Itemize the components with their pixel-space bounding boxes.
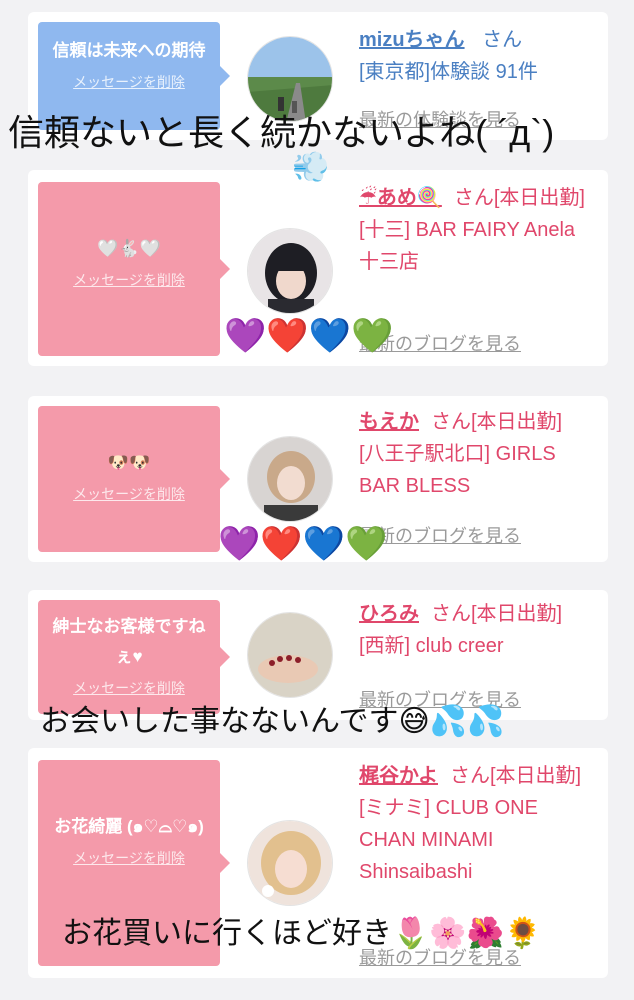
message-text: 🤍🐇🤍 bbox=[97, 239, 161, 259]
area-info: [東京都]体験談 91件 bbox=[359, 61, 538, 83]
user-name-link[interactable]: mizuちゃん bbox=[359, 29, 465, 51]
shop-info: [十三] BAR FAIRY Anela 十三店 bbox=[359, 219, 576, 273]
avatar[interactable] bbox=[247, 228, 333, 314]
message-text: お花綺麗 (๑♡⌓♡๑) bbox=[54, 817, 204, 836]
avatar[interactable] bbox=[247, 436, 333, 522]
delete-message-link[interactable]: メッセージを削除 bbox=[46, 72, 212, 92]
message-text: 信頼は未来への期待 bbox=[52, 41, 206, 60]
user-info: もえか さん[本日出勤] [八王子駅北口] GIRLS BAR BLESS bbox=[359, 406, 597, 502]
hearts-sticker: 💜❤️💙💚 bbox=[224, 316, 394, 356]
overlay-caption-1: 信頼ないと長く続かないよね( ´д`) bbox=[8, 112, 555, 153]
shop-info: [ミナミ] CLUB ONE CHAN MINAMI Shinsaibashi bbox=[359, 797, 538, 883]
user-name-link[interactable]: 梶谷かよ bbox=[359, 765, 438, 787]
delete-message-link[interactable]: メッセージを削除 bbox=[46, 848, 212, 868]
user-info: mizuちゃん さん [東京都]体験談 91件 bbox=[359, 24, 597, 88]
delete-message-link[interactable]: メッセージを削除 bbox=[46, 270, 212, 290]
shop-info: [西新] club creer bbox=[359, 635, 504, 657]
message-bubble: 🐶🐶 メッセージを削除 bbox=[38, 406, 230, 552]
user-name-link[interactable]: ☔あめ🍭 bbox=[359, 187, 442, 209]
user-info: ☔あめ🍭 さん[本日出勤] [十三] BAR FAIRY Anela 十三店 bbox=[359, 182, 597, 278]
name-suffix: さん[本日出勤] bbox=[453, 187, 585, 209]
message-text: 紳士なお客様ですねぇ♥ bbox=[52, 617, 206, 666]
delete-message-link[interactable]: メッセージを削除 bbox=[46, 484, 212, 504]
user-info: 梶谷かよ さん[本日出勤] [ミナミ] CLUB ONE CHAN MINAMI … bbox=[359, 760, 597, 888]
dash-emoji: 💨 bbox=[292, 150, 330, 185]
avatar[interactable] bbox=[247, 612, 333, 698]
user-info: ひろみ さん[本日出勤] [西新] club creer bbox=[359, 598, 597, 662]
name-suffix: さん[本日出勤] bbox=[450, 765, 582, 787]
hearts-sticker: 💜❤️💙💚 bbox=[218, 524, 388, 564]
name-suffix: さん[本日出勤] bbox=[431, 411, 563, 433]
avatar[interactable] bbox=[247, 820, 333, 906]
user-name-link[interactable]: もえか bbox=[359, 411, 419, 433]
delete-message-link[interactable]: メッセージを削除 bbox=[46, 678, 212, 698]
overlay-caption-2: お会いした事なないんです😅💦💦 bbox=[40, 705, 505, 738]
name-suffix: さん[本日出勤] bbox=[431, 603, 563, 625]
user-name-link[interactable]: ひろみ bbox=[359, 603, 419, 625]
name-suffix: さん bbox=[482, 29, 523, 51]
message-bubble: 🤍🐇🤍 メッセージを削除 bbox=[38, 182, 230, 356]
message-text: 🐶🐶 bbox=[107, 453, 151, 473]
shop-info: [八王子駅北口] GIRLS BAR BLESS bbox=[359, 443, 556, 497]
overlay-caption-3: お花買いに行くほど好き🌷🌸🌺🌻 bbox=[62, 917, 542, 950]
